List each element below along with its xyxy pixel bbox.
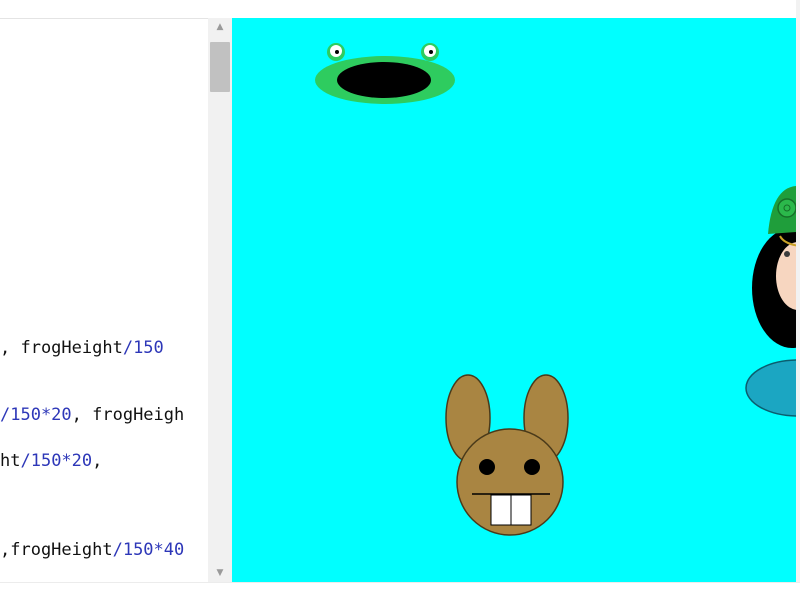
code-token: /150*40 [112,540,185,560]
girl-hat-swirl [777,198,796,218]
status-strip [0,582,800,600]
window-right-edge [796,0,800,600]
code-line: , frogHeight/150 [0,338,164,358]
code-token: /150*20 [20,451,93,471]
code-editor[interactable]: , frogHeight/150 /150*20, frogHeigh ht/1… [0,18,208,583]
code-line: ht/150*20, [0,451,102,471]
rabbit-tooth-left [490,494,512,526]
scroll-down-icon[interactable]: ▼ [208,564,232,582]
rabbit-eye-right [524,459,540,475]
code-token: /150 [122,338,164,358]
output-canvas [232,18,796,582]
girl-eye [784,251,790,257]
code-token: , frogHeigh [71,405,185,425]
girl-dress [745,359,796,417]
code-token: /150*20 [0,405,72,425]
rabbit-tooth-right [510,494,532,526]
rabbit-eye-left [479,459,495,475]
rabbit-character [445,374,569,536]
code-line: /150*20, frogHeigh [0,405,184,425]
editor-scrollbar[interactable]: ▲ ▼ [208,18,232,582]
code-line: ,frogHeight/150*40 [0,540,184,560]
code-token: , frogHeight [0,338,123,358]
frog-character [315,43,455,104]
code-token: ht [0,451,21,471]
frog-pupil-left [335,50,339,54]
frog-pupil-right [429,50,433,54]
scroll-up-icon[interactable]: ▲ [208,18,232,36]
program-workspace: , frogHeight/150 /150*20, frogHeigh ht/1… [0,0,800,600]
scroll-thumb[interactable] [210,42,230,92]
frog-mouth [337,62,431,98]
code-token: ,frogHeight [0,540,113,560]
canvas-drawing [315,43,796,536]
code-token: , [92,451,103,471]
girl-character [745,186,796,417]
